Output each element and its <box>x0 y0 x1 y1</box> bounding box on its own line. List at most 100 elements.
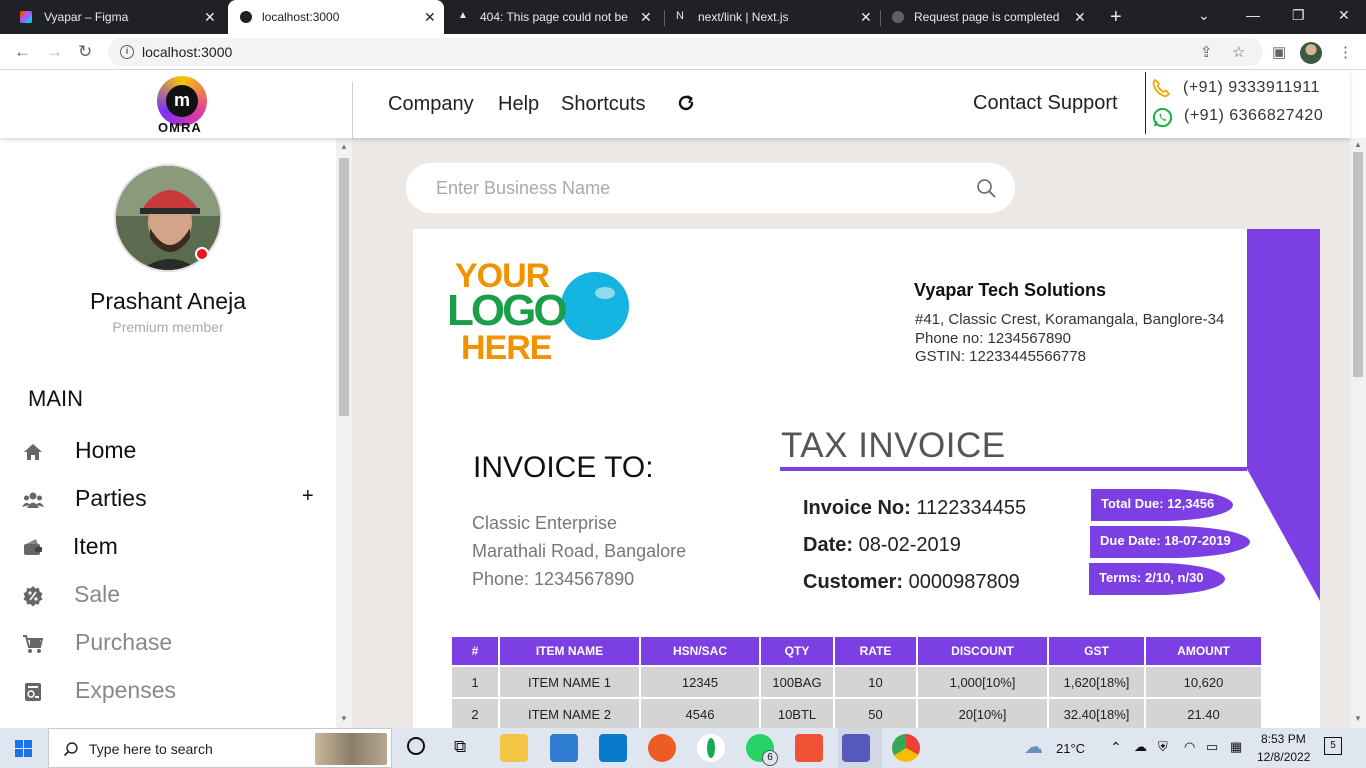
task-view-icon[interactable]: ⧉ <box>454 737 466 757</box>
restore-icon[interactable]: ❐ <box>1292 7 1305 24</box>
sidebar-item-home[interactable]: Home <box>0 433 336 473</box>
terms-badge: Terms: 2/10, n/30 <box>1089 563 1225 595</box>
tab-title: next/link | Next.js <box>698 10 789 24</box>
chrome-icon[interactable] <box>892 734 920 762</box>
close-icon[interactable]: ✕ <box>860 9 872 26</box>
whatsapp-icon[interactable]: 6 <box>746 734 778 766</box>
omnibox[interactable]: i localhost:3000 ⇪ ☆ <box>108 38 1263 66</box>
table-cell: 21.40 <box>1144 697 1263 728</box>
tab-localhost[interactable]: localhost:3000 ✕ <box>228 0 444 34</box>
business-address: #41, Classic Crest, Koramangala, Banglor… <box>915 311 1225 328</box>
sidebar-item-sale[interactable]: Sale <box>0 577 336 617</box>
tab-search-icon[interactable]: ⌄ <box>1198 7 1210 24</box>
close-icon[interactable]: ✕ <box>1074 9 1086 26</box>
cortana-icon[interactable] <box>407 737 425 755</box>
back-icon[interactable]: ← <box>14 42 31 62</box>
wifi-icon[interactable]: ◠ <box>1184 739 1195 755</box>
wallet-icon <box>24 539 42 555</box>
menu-company[interactable]: Company <box>388 93 474 116</box>
invoice-accent-triangle <box>1247 469 1320 601</box>
minimize-icon[interactable]: — <box>1246 7 1260 23</box>
windows-start-icon[interactable] <box>15 740 32 757</box>
vscode-icon[interactable] <box>599 734 627 762</box>
close-icon[interactable]: ✕ <box>424 9 436 26</box>
logo-letter: m <box>166 85 198 117</box>
tab-title: localhost:3000 <box>262 10 340 24</box>
menu-shortcuts[interactable]: Shortcuts <box>561 93 645 116</box>
home-icon <box>24 444 42 460</box>
file-explorer-icon[interactable] <box>500 734 528 762</box>
tray-chevron-icon[interactable]: ⌃ <box>1110 739 1122 756</box>
total-due-badge: Total Due: 12,3456 <box>1091 489 1233 521</box>
column-header: # <box>450 635 500 667</box>
sidebar-item-purchase[interactable]: Purchase <box>0 625 336 665</box>
title-underline <box>780 467 1247 471</box>
taskbar-search[interactable]: Type here to search <box>48 728 392 768</box>
sidebar-item-item[interactable]: Item <box>0 529 336 569</box>
tab-figma[interactable]: Vyapar – Figma ✕ <box>0 0 226 34</box>
close-icon[interactable]: ✕ <box>204 9 216 26</box>
scrollbar-thumb[interactable] <box>1353 152 1363 377</box>
scroll-up-icon[interactable]: ▲ <box>1354 140 1362 149</box>
security-shield-icon[interactable]: ⛨ <box>1158 739 1168 755</box>
url-text[interactable]: localhost:3000 <box>142 44 232 60</box>
share-icon[interactable]: ⇪ <box>1200 43 1213 61</box>
search-icon[interactable] <box>976 178 996 198</box>
active-app-highlight <box>838 728 882 768</box>
clock-time[interactable]: 8:53 PM <box>1261 732 1306 746</box>
scroll-down-icon[interactable]: ▼ <box>340 714 348 723</box>
search-input[interactable] <box>436 175 956 201</box>
business-phone: Phone no: 1234567890 <box>915 330 1071 347</box>
sidebar-item-expenses[interactable]: Expenses <box>0 673 336 713</box>
whatsapp-icon <box>1152 107 1173 128</box>
app-header: m OMRA Company Help Shortcuts Contact Su… <box>0 70 1350 138</box>
nextjs-icon <box>240 11 252 23</box>
scroll-down-icon[interactable]: ▼ <box>1354 714 1362 723</box>
online-status-dot <box>195 247 209 261</box>
menu-help[interactable]: Help <box>498 93 539 116</box>
omra-logo[interactable]: m <box>157 76 207 126</box>
profile-avatar[interactable] <box>1300 42 1322 64</box>
close-icon[interactable]: ✕ <box>640 9 652 26</box>
postman-icon[interactable] <box>648 734 676 762</box>
side-panel-icon[interactable]: ▣ <box>1272 43 1286 61</box>
main-scrollbar[interactable]: ▲ ▼ <box>1350 138 1366 728</box>
weather-temp[interactable]: 21°C <box>1056 741 1085 756</box>
menu-kebab-icon[interactable]: ⋮ <box>1338 43 1353 61</box>
tab-nextlink[interactable]: N next/link | Next.js ✕ <box>664 0 880 34</box>
reload-icon[interactable]: ↻ <box>78 42 92 62</box>
weather-icon[interactable]: ☁ <box>1024 736 1043 759</box>
invoice-number: 1122334455 <box>916 497 1027 519</box>
photos-icon[interactable] <box>550 734 578 762</box>
new-tab-icon[interactable]: + <box>1110 6 1122 29</box>
tab-github[interactable]: Request page is completed · ✕ <box>880 0 1096 34</box>
notification-badge: 6 <box>762 750 778 766</box>
invoice-number-row: Invoice No: 1122334455 <box>803 497 1026 520</box>
notification-center-icon[interactable]: 5 <box>1324 737 1342 755</box>
scroll-up-icon[interactable]: ▲ <box>340 142 348 151</box>
contact-support-link[interactable]: Contact Support <box>973 92 1118 115</box>
user-name: Prashant Aneja <box>89 288 246 314</box>
expand-plus-icon[interactable]: + <box>302 485 314 508</box>
client-phone: Phone: 1234567890 <box>472 569 635 589</box>
mongodb-icon[interactable] <box>697 734 725 762</box>
git-icon[interactable] <box>795 734 823 762</box>
forward-icon[interactable]: → <box>46 42 63 62</box>
scrollbar-thumb[interactable] <box>339 158 349 416</box>
table-cell: 32.40[18%] <box>1047 697 1146 728</box>
sidebar-scrollbar[interactable]: ▲ ▼ <box>336 138 352 728</box>
search-highlight-image <box>315 733 387 765</box>
site-info-icon[interactable]: i <box>120 45 134 59</box>
business-search[interactable] <box>406 163 1015 213</box>
language-icon[interactable]: ▦ <box>1230 739 1242 755</box>
sidebar-item-parties[interactable]: Parties + <box>0 481 336 521</box>
clock-date[interactable]: 12/8/2022 <box>1257 750 1310 764</box>
business-gstin: GSTIN: 12233445566778 <box>915 348 1086 365</box>
bookmark-star-icon[interactable]: ☆ <box>1232 43 1245 61</box>
battery-icon[interactable]: ▭ <box>1206 739 1218 755</box>
refresh-icon[interactable] <box>676 93 696 113</box>
window-close-icon[interactable]: ✕ <box>1338 7 1350 24</box>
cloud-sync-icon[interactable]: ☁ <box>1134 739 1147 755</box>
tab-404[interactable]: ▲ 404: This page could not be f ✕ <box>446 0 662 34</box>
table-cell: ITEM NAME 1 <box>498 665 641 699</box>
